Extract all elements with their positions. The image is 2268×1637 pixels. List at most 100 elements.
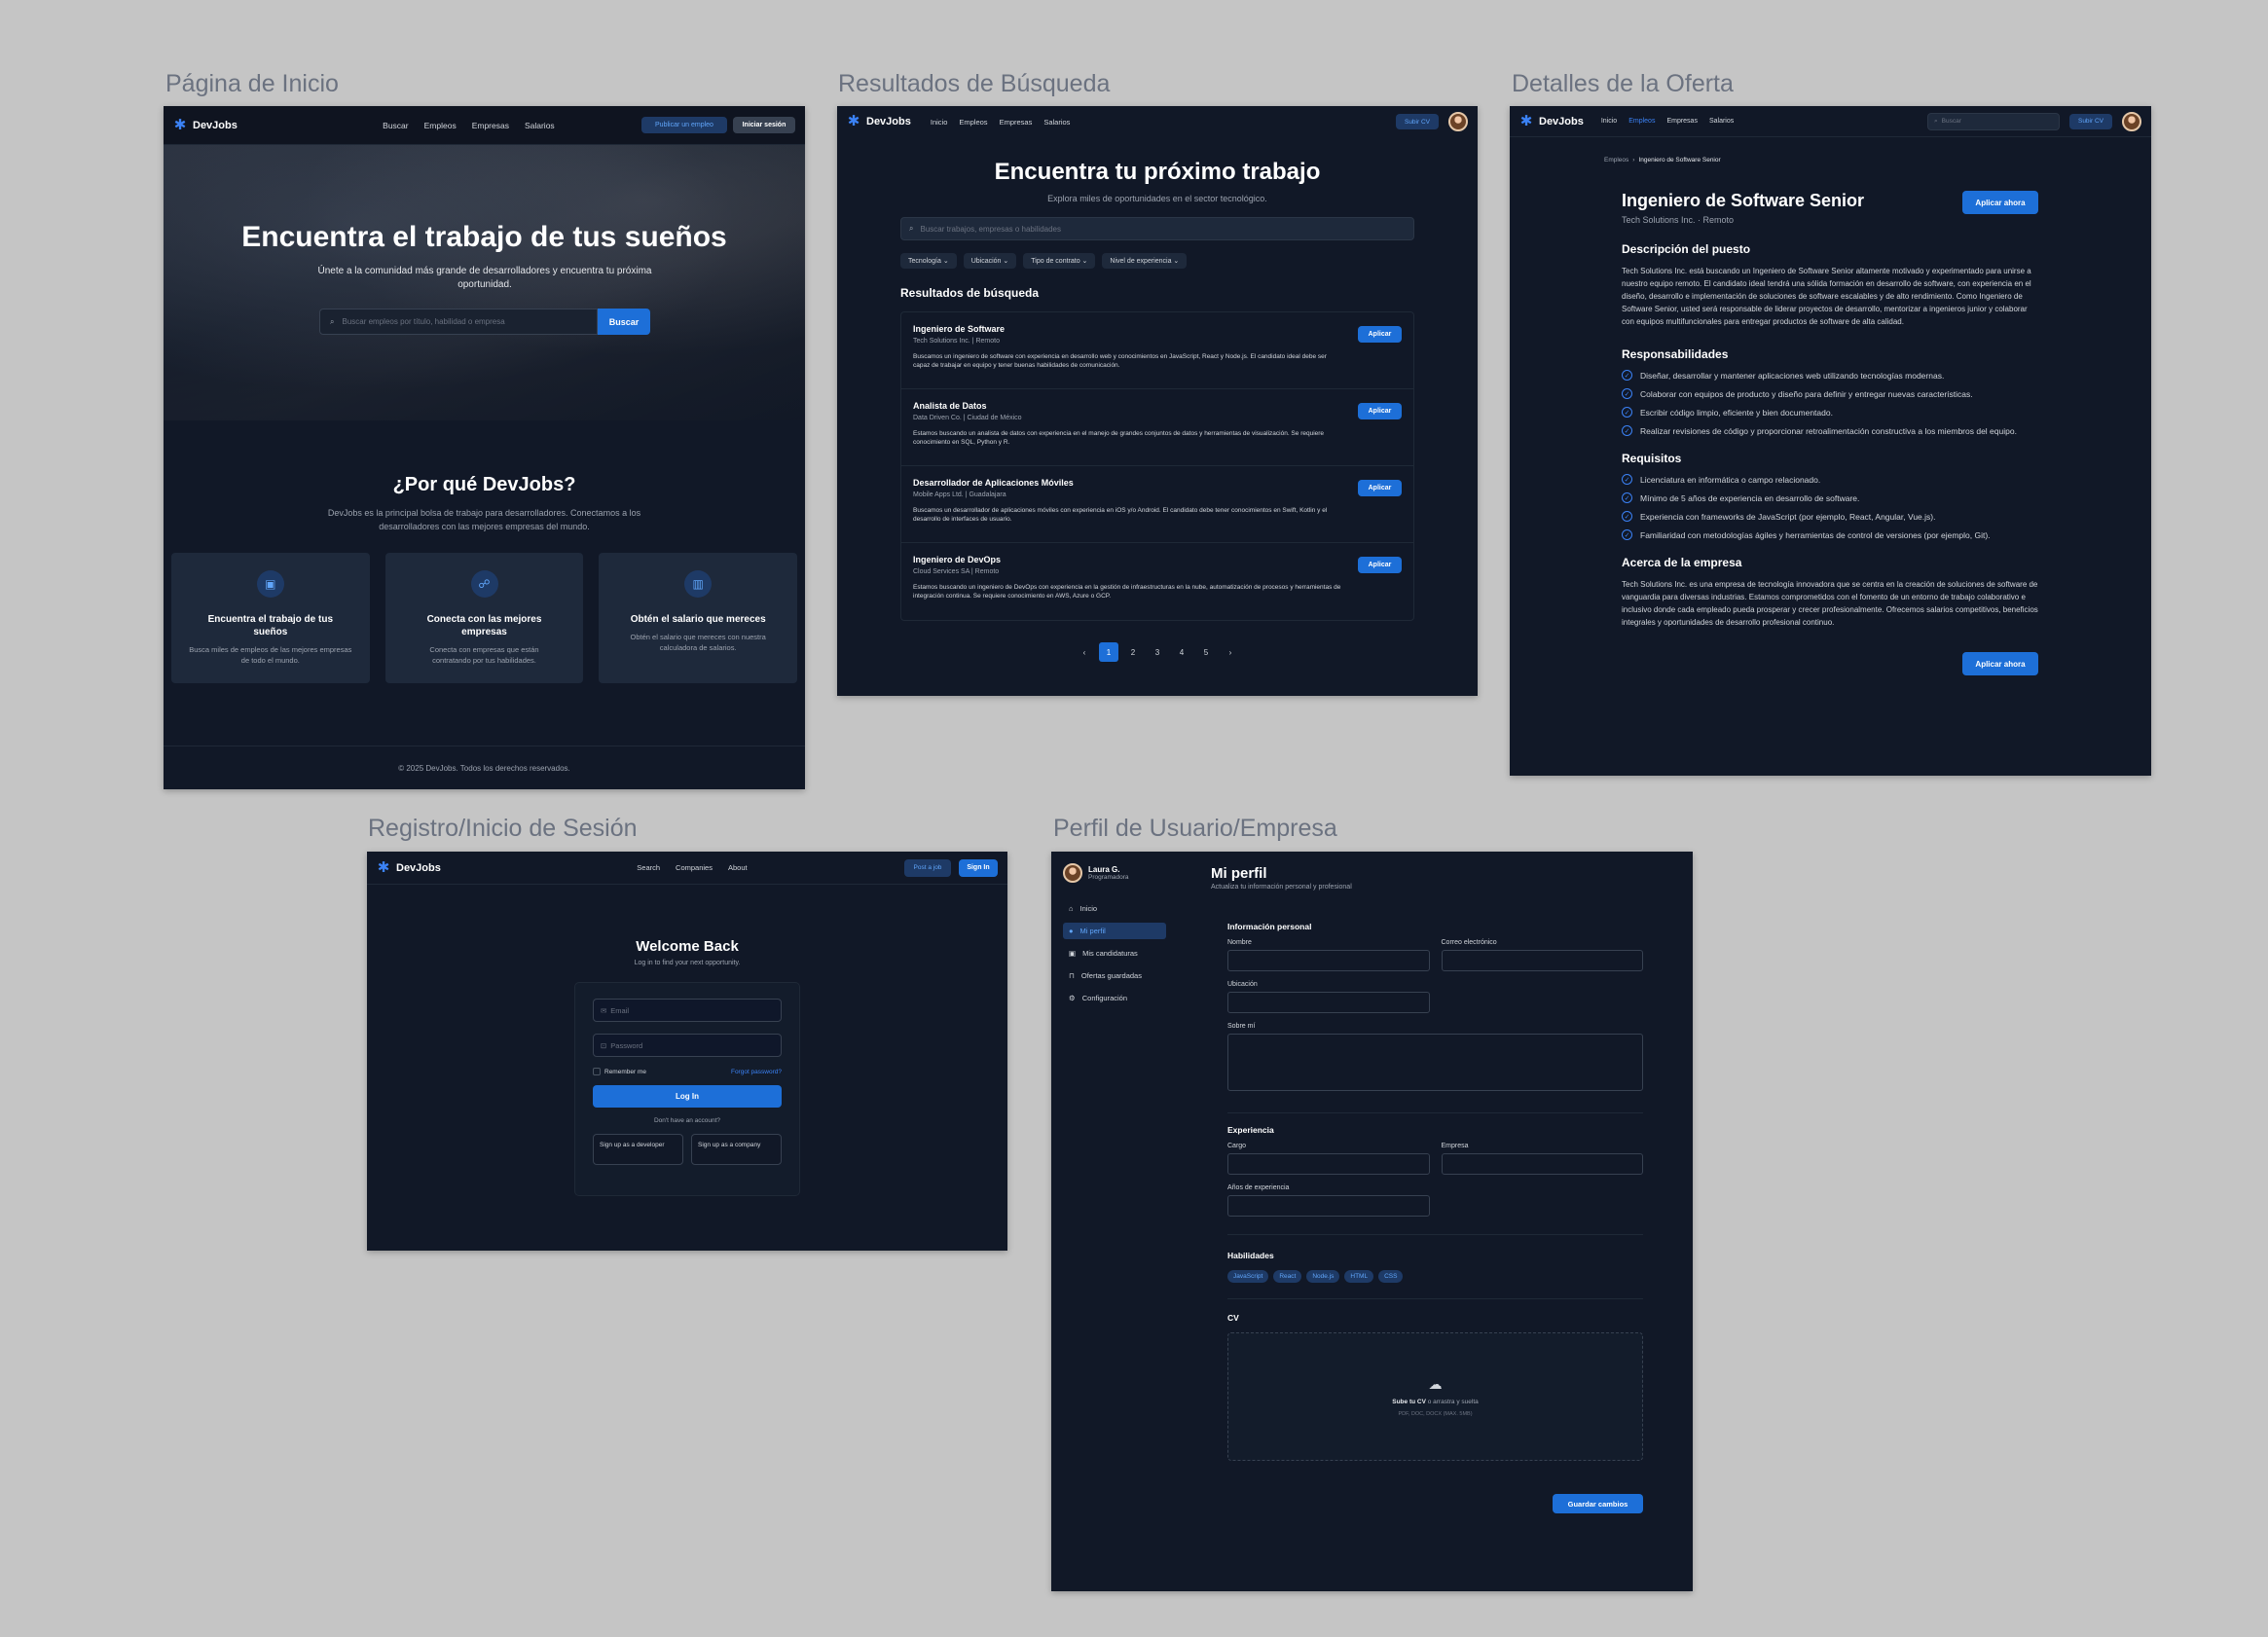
detail-logo[interactable]: ✱ DevJobs — [1519, 114, 1584, 128]
bottom-apply-row: Aplicar ahora — [1622, 652, 2038, 675]
email-field[interactable]: ✉ Email — [593, 999, 782, 1022]
password-field[interactable]: ⊡ Password — [593, 1034, 782, 1057]
nav-empresas[interactable]: Empresas — [472, 121, 509, 130]
detail-search-input[interactable]: ⌕ Buscar — [1927, 112, 2060, 130]
login-button[interactable]: Iniciar sesión — [732, 117, 795, 133]
skill-tag[interactable]: Node.js — [1306, 1270, 1340, 1283]
apply-button[interactable]: Aplicar — [1358, 557, 1402, 573]
remember-checkbox[interactable] — [593, 1068, 601, 1075]
signup-developer-button[interactable]: Sign up as a developer — [593, 1134, 683, 1165]
why-subtitle: DevJobs es la principal bolsa de trabajo… — [327, 508, 641, 531]
sidebar-item-ofertas-guardadas[interactable]: ⊓ Ofertas guardadas — [1063, 967, 1166, 984]
page-4[interactable]: 4 — [1172, 642, 1191, 662]
nav-about[interactable]: About — [728, 863, 748, 872]
next-page-button[interactable]: › — [1221, 642, 1240, 662]
job-title[interactable]: Analista de Datos — [913, 401, 1402, 411]
post-job-button[interactable]: Publicar un empleo — [640, 117, 727, 133]
avatar[interactable] — [2122, 111, 2141, 131]
nav-empleos[interactable]: Empleos — [1628, 118, 1655, 125]
sidebar-item-inicio[interactable]: ⌂ Inicio — [1063, 900, 1166, 917]
hero-section: Encuentra el trabajo de tus sueños Únete… — [164, 145, 805, 420]
nav-search[interactable]: Search — [637, 863, 660, 872]
years-field[interactable] — [1227, 1195, 1430, 1217]
home-icon: ⌂ — [1069, 904, 1074, 913]
home-nav-links: Buscar Empleos Empresas Salarios — [324, 121, 555, 130]
skill-tag[interactable]: JavaScript — [1227, 1270, 1269, 1283]
nav-empleos[interactable]: Empleos — [424, 121, 457, 130]
job-card[interactable]: Desarrollador de Aplicaciones Móviles Mo… — [901, 466, 1413, 543]
forgot-password-link[interactable]: Forgot password? — [731, 1069, 782, 1075]
list-item: ✓ Familiaridad con metodologías ágiles y … — [1622, 529, 2038, 540]
nav-salarios[interactable]: Salarios — [1709, 118, 1734, 125]
cv-upload-text: Sube tu CV o arrastra y suelta — [1392, 1399, 1479, 1405]
login-logo[interactable]: ✱ DevJobs — [377, 860, 441, 875]
sidebar-item-mi-perfil[interactable]: ● Mi perfil — [1063, 923, 1166, 939]
search-input[interactable]: ⌕ Buscar trabajos, empresas o habilidade… — [900, 217, 1414, 240]
prev-page-button[interactable]: ‹ — [1075, 642, 1094, 662]
job-card[interactable]: Analista de Datos Data Driven Co. | Ciud… — [901, 389, 1413, 466]
apply-button[interactable]: Aplicar — [1358, 480, 1402, 496]
filter-nivel-experiencia[interactable]: Nivel de experiencia ⌄ — [1102, 253, 1188, 269]
apply-now-button[interactable]: Aplicar ahora — [1962, 652, 2038, 675]
check-circle-icon: ✓ — [1622, 425, 1632, 436]
nav-salarios[interactable]: Salarios — [1043, 118, 1070, 127]
sign-in-button[interactable]: Sign In — [958, 858, 998, 877]
breadcrumb-empleos[interactable]: Empleos — [1604, 157, 1628, 164]
about-textarea[interactable] — [1227, 1034, 1643, 1091]
apply-button[interactable]: Aplicar — [1358, 403, 1402, 419]
avatar[interactable] — [1063, 863, 1082, 883]
login-navbar: ✱ DevJobs Search Companies About Post a j… — [367, 852, 1007, 885]
nav-empleos[interactable]: Empleos — [959, 118, 987, 127]
sidebar-item-configuracion[interactable]: ⚙ Configuración — [1063, 990, 1166, 1006]
save-row: Guardar cambios — [1227, 1494, 1643, 1513]
signup-company-button[interactable]: Sign up as a company — [691, 1134, 782, 1165]
job-card[interactable]: Ingeniero de Software Tech Solutions Inc… — [901, 312, 1413, 389]
filter-tipo-contrato[interactable]: Tipo de contrato ⌄ — [1023, 253, 1096, 269]
name-field[interactable] — [1227, 950, 1430, 971]
nav-salarios[interactable]: Salarios — [525, 121, 555, 130]
filter-tecnologia[interactable]: Tecnología ⌄ — [900, 253, 957, 269]
nav-buscar[interactable]: Buscar — [383, 121, 408, 130]
home-logo[interactable]: ✱ DevJobs — [173, 118, 238, 132]
job-title[interactable]: Ingeniero de Software — [913, 324, 1402, 334]
sidebar-item-candidaturas[interactable]: ▣ Mis candidaturas — [1063, 945, 1166, 962]
apply-now-button[interactable]: Aplicar ahora — [1962, 191, 2038, 214]
job-title[interactable]: Desarrollador de Aplicaciones Móviles — [913, 478, 1402, 488]
job-company: Data Driven Co. | Ciudad de México — [913, 415, 1022, 421]
page-2[interactable]: 2 — [1123, 642, 1143, 662]
job-card[interactable]: Ingeniero de DevOps Cloud Services SA | … — [901, 543, 1413, 620]
nav-inicio[interactable]: Inicio — [1601, 118, 1617, 125]
nav-companies[interactable]: Companies — [676, 863, 713, 872]
post-job-button[interactable]: Post a job — [903, 858, 951, 877]
save-button[interactable]: Guardar cambios — [1553, 1494, 1643, 1513]
avatar[interactable] — [1448, 112, 1468, 131]
page-5[interactable]: 5 — [1196, 642, 1216, 662]
upload-cv-button[interactable]: Subir CV — [2069, 113, 2112, 129]
cv-dropzone[interactable]: ☁ Sube tu CV o arrastra y suelta PDF, DO… — [1227, 1332, 1643, 1461]
log-in-button[interactable]: Log In — [593, 1085, 782, 1108]
company-field[interactable] — [1441, 1153, 1643, 1175]
search-screen: ✱ DevJobs Inicio Empleos Empresas Salario… — [837, 106, 1478, 696]
job-title[interactable]: Ingeniero de DevOps — [913, 555, 1402, 564]
upload-cv-button[interactable]: Subir CV — [1396, 114, 1439, 129]
apply-button[interactable]: Aplicar — [1358, 326, 1402, 343]
search-logo[interactable]: ✱ DevJobs — [847, 114, 911, 128]
page-1[interactable]: 1 — [1099, 642, 1118, 662]
skill-tag[interactable]: HTML — [1344, 1270, 1374, 1283]
position-field[interactable] — [1227, 1153, 1430, 1175]
page-3[interactable]: 3 — [1148, 642, 1167, 662]
chevron-down-icon: ⌄ — [1003, 258, 1009, 265]
nav-inicio[interactable]: Inicio — [931, 118, 948, 127]
skill-tag[interactable]: React — [1273, 1270, 1302, 1283]
nav-empresas[interactable]: Empresas — [1000, 118, 1033, 127]
name-group: Nombre — [1227, 939, 1430, 971]
caption-search: Resultados de Búsqueda — [838, 70, 1111, 97]
filter-ubicacion[interactable]: Ubicación ⌄ — [963, 253, 1017, 269]
nav-empresas[interactable]: Empresas — [1666, 118, 1698, 125]
hero-search-input[interactable]: ⌕ Buscar empleos por título, habilidad o… — [319, 309, 598, 335]
cv-section: CV ☁ Sube tu CV o arrastra y suelta PDF,… — [1227, 1313, 1643, 1461]
location-field[interactable] — [1227, 992, 1430, 1013]
skill-tag[interactable]: CSS — [1378, 1270, 1404, 1283]
hero-search-button[interactable]: Buscar — [598, 309, 650, 335]
email-field[interactable] — [1441, 950, 1643, 971]
